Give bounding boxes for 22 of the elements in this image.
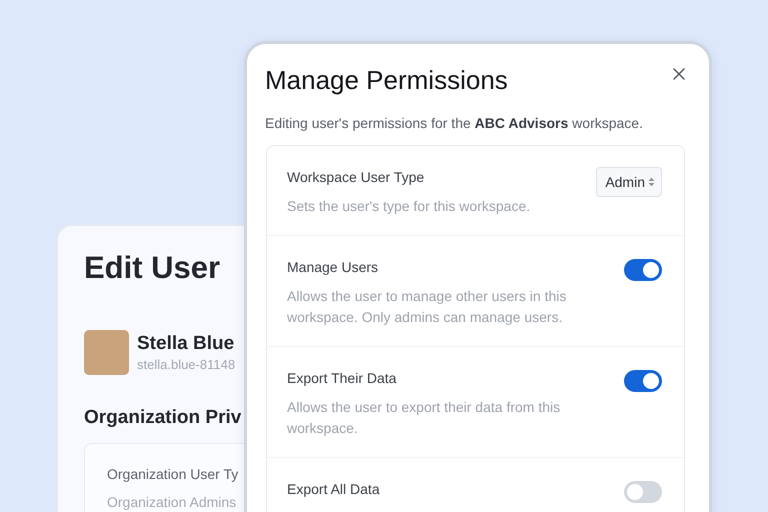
- user-type-select[interactable]: Admin: [596, 167, 662, 197]
- toggle-switch[interactable]: [624, 259, 662, 281]
- setting-label: Manage Users: [287, 258, 380, 276]
- user-name: Stella Blue: [137, 333, 236, 355]
- setting-description: Allows the user to export their data from this workspace.: [287, 398, 562, 438]
- section-title: Organization Priv: [84, 407, 242, 429]
- setting-label: Workspace User Type: [287, 168, 426, 186]
- dialog-title: Manage Permissions: [265, 64, 508, 97]
- setting-label: Organization User Ty: [107, 466, 240, 482]
- setting-description: Allows the user to manage other users in this workspace. Only admins can manage users.: [287, 287, 568, 327]
- dialog-description: Editing user's permissions for the ABC Advisors workspace.: [265, 115, 644, 131]
- toggle-switch[interactable]: [624, 370, 662, 392]
- setting-label: Export All Data: [287, 480, 380, 498]
- setting-label: Export Their Data: [287, 369, 398, 387]
- updown-caret-icon: [648, 177, 655, 187]
- user-email: stella.blue-81148: [137, 357, 236, 372]
- photo-placeholder: [84, 330, 129, 375]
- close-icon: [673, 68, 685, 80]
- card-title: Edit User: [84, 249, 222, 287]
- setting-description: Organization Admins: [107, 494, 238, 510]
- setting-description: Sets the user's type for this workspace.: [287, 197, 532, 216]
- toggle-switch[interactable]: [624, 481, 662, 503]
